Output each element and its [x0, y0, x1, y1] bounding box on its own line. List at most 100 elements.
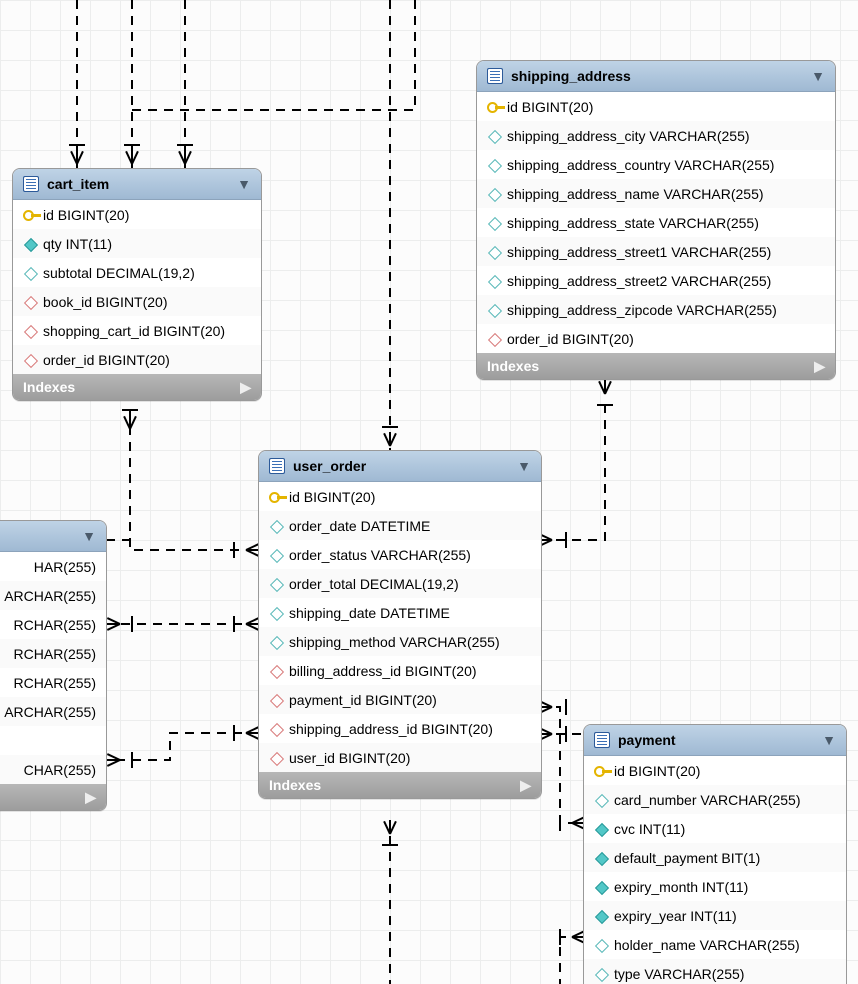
- column-row[interactable]: id BIGINT(20): [584, 756, 846, 785]
- table-title: user_order: [293, 458, 509, 474]
- column-row[interactable]: order_total DECIMAL(19,2): [259, 569, 541, 598]
- diamond-hollow-icon: [269, 577, 283, 591]
- column-row[interactable]: expiry_year INT(11): [584, 901, 846, 930]
- column-row[interactable]: subtotal DECIMAL(19,2): [13, 258, 261, 287]
- collapse-icon[interactable]: ▼: [811, 68, 825, 84]
- diamond-fk-icon: [23, 353, 37, 367]
- column-label: shipping_address_zipcode VARCHAR(255): [507, 302, 777, 318]
- column-label: shipping_address_street1 VARCHAR(255): [507, 244, 771, 260]
- column-row[interactable]: shipping_address_name VARCHAR(255): [477, 179, 835, 208]
- table-partial-left[interactable]: ▼ HAR(255)ARCHAR(255)RCHAR(255)RCHAR(255…: [0, 520, 107, 811]
- column-label: holder_name VARCHAR(255): [614, 937, 800, 953]
- expand-icon[interactable]: ▶: [520, 777, 531, 794]
- diamond-fk-icon: [23, 324, 37, 338]
- column-row[interactable]: RCHAR(255): [0, 610, 106, 639]
- collapse-icon[interactable]: ▼: [237, 176, 251, 192]
- column-row[interactable]: ARCHAR(255): [0, 697, 106, 726]
- column-row[interactable]: shipping_address_street2 VARCHAR(255): [477, 266, 835, 295]
- column-row[interactable]: order_id BIGINT(20): [477, 324, 835, 353]
- column-row[interactable]: shipping_address_street1 VARCHAR(255): [477, 237, 835, 266]
- cardinality-one-icon: [556, 530, 576, 550]
- diamond-hollow-icon: [594, 793, 608, 807]
- table-user-order[interactable]: user_order ▼ id BIGINT(20)order_date DAT…: [258, 450, 542, 799]
- column-row[interactable]: shipping_address_country VARCHAR(255): [477, 150, 835, 179]
- table-icon: [487, 68, 503, 84]
- table-payment[interactable]: payment ▼ id BIGINT(20)card_number VARCH…: [583, 724, 847, 984]
- crowfoot-icon: [120, 415, 140, 435]
- table-title: cart_item: [47, 176, 229, 192]
- column-row[interactable]: payment_id BIGINT(20): [259, 685, 541, 714]
- column-row[interactable]: id BIGINT(20): [259, 482, 541, 511]
- table-icon: [269, 458, 285, 474]
- erd-canvas[interactable]: cart_item ▼ id BIGINT(20)qty INT(11)subt…: [0, 0, 858, 984]
- column-row[interactable]: card_number VARCHAR(255): [584, 785, 846, 814]
- table-header[interactable]: cart_item ▼: [13, 169, 261, 200]
- column-row[interactable]: RCHAR(255): [0, 668, 106, 697]
- cardinality-one-icon: [224, 540, 244, 560]
- column-label: RCHAR(255): [14, 675, 96, 691]
- indexes-row[interactable]: Indexes ▶: [259, 772, 541, 798]
- column-row[interactable]: type VARCHAR(255): [584, 959, 846, 984]
- expand-icon[interactable]: ▶: [85, 789, 96, 806]
- column-row[interactable]: shipping_address_zipcode VARCHAR(255): [477, 295, 835, 324]
- collapse-icon[interactable]: ▼: [82, 528, 96, 544]
- column-row[interactable]: id BIGINT(20): [477, 92, 835, 121]
- diamond-hollow-icon: [594, 938, 608, 952]
- table-header[interactable]: payment ▼: [584, 725, 846, 756]
- column-row[interactable]: shipping_address_city VARCHAR(255): [477, 121, 835, 150]
- diamond-fk-icon: [269, 751, 283, 765]
- column-row[interactable]: [0, 726, 106, 755]
- expand-icon[interactable]: ▶: [814, 358, 825, 375]
- column-label: expiry_month INT(11): [614, 879, 748, 895]
- column-row[interactable]: order_date DATETIME: [259, 511, 541, 540]
- column-label: order_id BIGINT(20): [43, 352, 170, 368]
- column-row[interactable]: shipping_date DATETIME: [259, 598, 541, 627]
- cardinality-one-icon: [122, 135, 142, 155]
- crowfoot-icon: [175, 150, 195, 170]
- column-row[interactable]: order_status VARCHAR(255): [259, 540, 541, 569]
- column-row[interactable]: qty INT(11): [13, 229, 261, 258]
- column-row[interactable]: billing_address_id BIGINT(20): [259, 656, 541, 685]
- column-row[interactable]: shipping_method VARCHAR(255): [259, 627, 541, 656]
- diamond-filled-icon: [594, 822, 608, 836]
- crowfoot-icon: [380, 432, 400, 452]
- indexes-row[interactable]: ▶: [0, 784, 106, 810]
- key-icon: [487, 100, 501, 114]
- table-header[interactable]: shipping_address ▼: [477, 61, 835, 92]
- column-row[interactable]: shipping_address_state VARCHAR(255): [477, 208, 835, 237]
- column-row[interactable]: cvc INT(11): [584, 814, 846, 843]
- table-header[interactable]: ▼: [0, 521, 106, 552]
- table-title: payment: [618, 732, 814, 748]
- column-row[interactable]: RCHAR(255): [0, 639, 106, 668]
- collapse-icon[interactable]: ▼: [822, 732, 836, 748]
- column-row[interactable]: expiry_month INT(11): [584, 872, 846, 901]
- table-header[interactable]: user_order ▼: [259, 451, 541, 482]
- column-row[interactable]: order_id BIGINT(20): [13, 345, 261, 374]
- column-label: subtotal DECIMAL(19,2): [43, 265, 195, 281]
- table-cart-item[interactable]: cart_item ▼ id BIGINT(20)qty INT(11) subt…: [12, 168, 262, 401]
- cardinality-one-icon: [550, 813, 570, 833]
- columns: id BIGINT(20)shipping_address_city VARCH…: [477, 92, 835, 353]
- table-shipping-address[interactable]: shipping_address ▼ id BIGINT(20)shipping…: [476, 60, 836, 380]
- column-label: shipping_address_state VARCHAR(255): [507, 215, 759, 231]
- columns: HAR(255)ARCHAR(255)RCHAR(255)RCHAR(255)R…: [0, 552, 106, 784]
- column-row[interactable]: shopping_cart_id BIGINT(20): [13, 316, 261, 345]
- expand-icon[interactable]: ▶: [240, 379, 251, 396]
- column-row[interactable]: id BIGINT(20): [13, 200, 261, 229]
- crowfoot-icon: [595, 380, 615, 400]
- diamond-hollow-icon: [487, 158, 501, 172]
- indexes-row[interactable]: Indexes ▶: [477, 353, 835, 379]
- indexes-row[interactable]: Indexes ▶: [13, 374, 261, 400]
- column-row[interactable]: book_id BIGINT(20): [13, 287, 261, 316]
- column-row[interactable]: HAR(255): [0, 552, 106, 581]
- column-row[interactable]: shipping_address_id BIGINT(20): [259, 714, 541, 743]
- column-row[interactable]: default_payment BIT(1): [584, 843, 846, 872]
- column-label: order_id BIGINT(20): [507, 331, 634, 347]
- key-icon: [594, 764, 608, 778]
- column-row[interactable]: user_id BIGINT(20): [259, 743, 541, 772]
- collapse-icon[interactable]: ▼: [517, 458, 531, 474]
- column-row[interactable]: holder_name VARCHAR(255): [584, 930, 846, 959]
- column-row[interactable]: ARCHAR(255): [0, 581, 106, 610]
- crowfoot-icon: [240, 540, 260, 560]
- column-row[interactable]: CHAR(255): [0, 755, 106, 784]
